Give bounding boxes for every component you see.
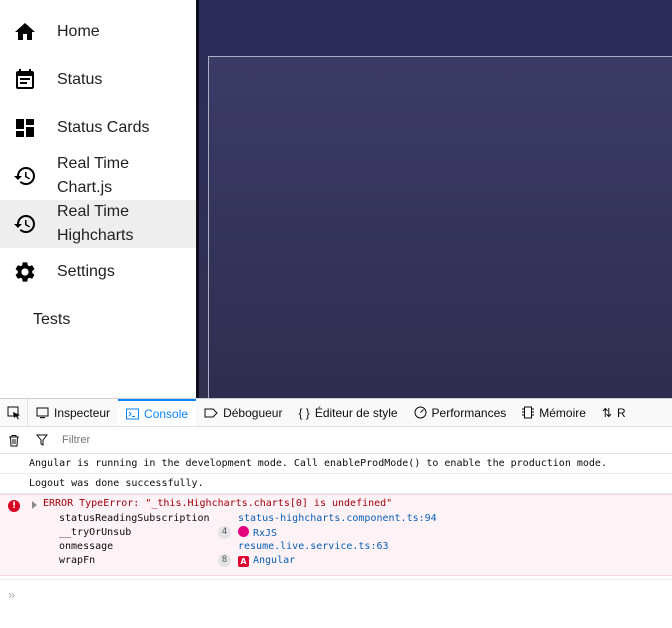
nav-item-label: Status Cards <box>57 119 150 136</box>
history-icon <box>13 164 37 188</box>
devtools-panel: Inspecteur Console Débogueur { } Éditeur… <box>0 398 672 628</box>
tab-inspector[interactable]: Inspecteur <box>28 399 118 426</box>
filter-input[interactable] <box>62 434 562 446</box>
app-window: Home Status Status Cards Real Time Chart… <box>0 0 672 398</box>
nav-item-label: Status <box>57 71 103 88</box>
nav-item-label: Tests <box>33 311 71 328</box>
source-file: status-highcharts.component.ts <box>238 513 419 524</box>
stack-frame: statusReadingSubscription status-highcha… <box>0 512 672 526</box>
source-line: :94 <box>418 513 437 524</box>
tab-console[interactable]: Console <box>118 399 197 426</box>
console-message: Angular is running in the development mo… <box>0 454 672 474</box>
clear-console-button[interactable] <box>0 427 28 453</box>
element-picker-button[interactable] <box>0 399 28 426</box>
filter-button[interactable] <box>28 427 56 453</box>
gear-icon <box>13 260 37 284</box>
side-navigation: Home Status Status Cards Real Time Chart… <box>0 0 196 398</box>
frame-source-link[interactable]: status-highcharts.component.ts:94 <box>238 512 437 526</box>
console-icon <box>126 408 140 420</box>
debugger-icon <box>204 407 218 419</box>
console-error[interactable]: ! ERROR TypeError: "_this.Highcharts.cha… <box>0 494 672 576</box>
trash-icon <box>9 434 19 446</box>
frame-function: wrapFn <box>59 555 96 566</box>
nav-item-realtime-highcharts[interactable]: Real Time Highcharts <box>0 200 196 248</box>
dashboard-icon <box>13 116 37 140</box>
nav-item-status[interactable]: Status <box>0 56 196 104</box>
frame-source-link[interactable]: resume.live.service.ts:63 <box>238 540 389 554</box>
frame-count-badge: 8 <box>218 554 231 567</box>
main-content <box>196 0 672 398</box>
nav-item-label-line2: Highcharts <box>57 227 134 244</box>
console-input[interactable]: » <box>0 579 672 609</box>
nav-item-home[interactable]: Home <box>0 8 196 56</box>
nav-item-label: Home <box>57 23 100 40</box>
console-message: Logout was done successfully. <box>0 474 672 494</box>
devtools-toolbar: Inspecteur Console Débogueur { } Éditeur… <box>0 399 672 427</box>
library-name: Angular <box>253 555 296 566</box>
tab-label: Console <box>144 406 189 421</box>
source-line: :63 <box>370 541 389 552</box>
nav-item-label: Real Time <box>57 155 130 172</box>
prompt-chevron-icon: » <box>8 587 16 602</box>
gauge-icon <box>414 406 427 419</box>
frame-count-badge: 4 <box>218 526 231 539</box>
stack-frame: wrapFn 8 A Angular <box>0 554 672 568</box>
home-icon <box>13 20 37 44</box>
frame-library[interactable]: RxJS <box>238 526 277 541</box>
tab-label: Mémoire <box>539 405 586 420</box>
chart-panel <box>208 56 672 398</box>
stack-frame: onmessage resume.live.service.ts:63 <box>0 540 672 554</box>
tab-label: Performances <box>431 405 507 420</box>
tab-label: R <box>617 405 626 420</box>
error-message: ERROR TypeError: "_this.Highcharts.chart… <box>43 498 393 509</box>
nav-item-settings[interactable]: Settings <box>0 248 196 296</box>
tab-label: Éditeur de style <box>314 405 398 420</box>
console-filter-bar <box>0 427 672 454</box>
error-icon: ! <box>8 500 20 512</box>
frame-function: __tryOrUnsub <box>59 527 132 538</box>
tab-debugger[interactable]: Débogueur <box>196 399 290 426</box>
event-note-icon <box>13 68 37 92</box>
tab-label: Inspecteur <box>54 405 111 420</box>
nav-item-realtime-chartjs[interactable]: Real Time Chart.js <box>0 152 196 200</box>
stack-frame: __tryOrUnsub 4 RxJS <box>0 526 672 540</box>
nav-item-label-line2: Chart.js <box>57 179 113 196</box>
tab-style-editor[interactable]: { } Éditeur de style <box>290 399 405 426</box>
nav-item-label: Settings <box>57 263 115 280</box>
tab-network[interactable]: ⇅ R <box>594 399 634 426</box>
nav-item-status-cards[interactable]: Status Cards <box>0 104 196 152</box>
frame-function: statusReadingSubscription <box>59 513 210 524</box>
frame-function: onmessage <box>59 541 114 552</box>
network-icon: ⇅ <box>601 405 612 420</box>
angular-icon: A <box>238 556 249 567</box>
library-name: RxJS <box>253 528 278 539</box>
tab-performance[interactable]: Performances <box>406 399 515 426</box>
funnel-icon <box>36 434 48 446</box>
memory-chip-icon <box>522 406 535 419</box>
source-file: resume.live.service.ts <box>238 541 371 552</box>
rxjs-icon <box>238 526 249 537</box>
nav-item-tests[interactable]: Tests <box>0 296 196 344</box>
braces-icon: { } <box>298 405 310 420</box>
tab-memory[interactable]: Mémoire <box>514 399 594 426</box>
nav-item-label: Real Time <box>57 203 130 220</box>
history-icon <box>13 212 37 236</box>
frame-library[interactable]: A Angular <box>238 554 295 568</box>
tab-label: Débogueur <box>223 405 283 420</box>
element-picker-icon <box>7 406 20 419</box>
inspector-icon <box>36 407 49 419</box>
expand-arrow-icon[interactable] <box>32 501 37 509</box>
